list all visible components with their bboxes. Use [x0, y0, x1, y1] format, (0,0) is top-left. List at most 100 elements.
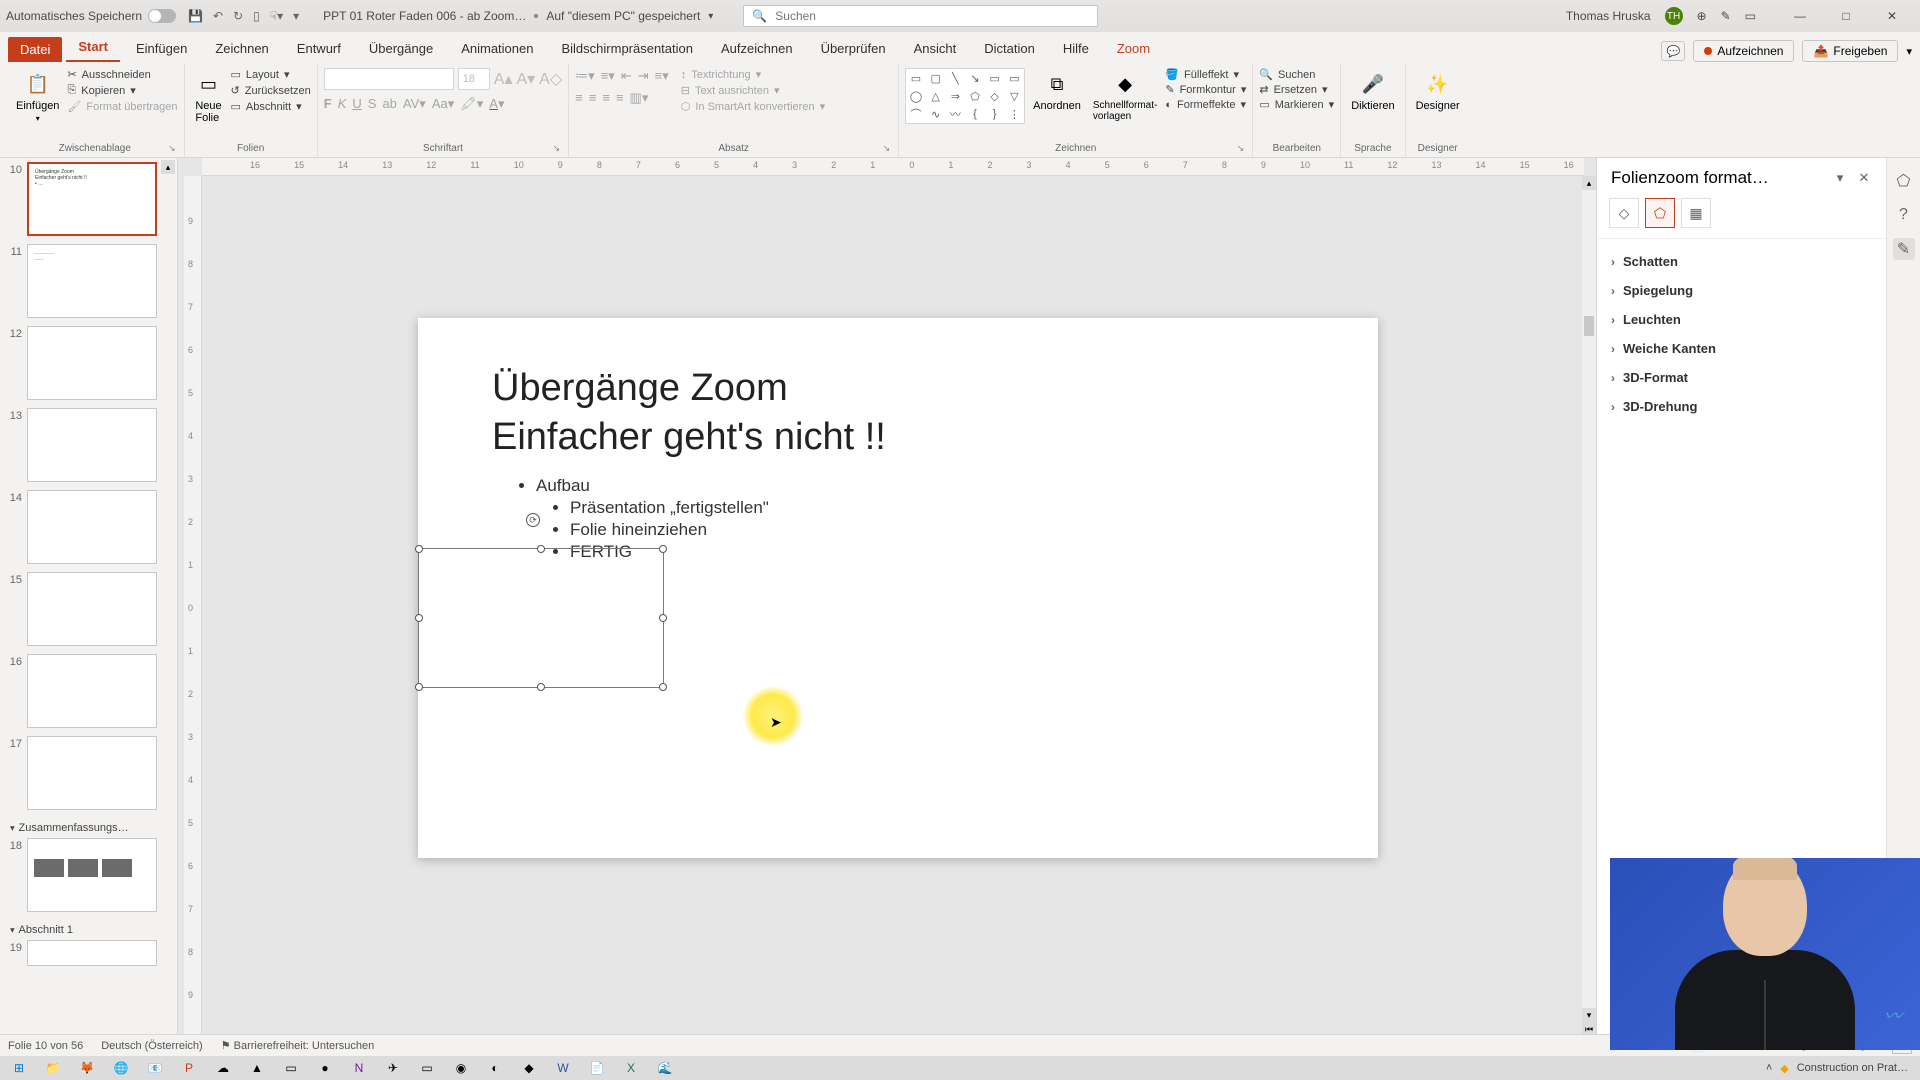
resize-handle[interactable]: [659, 614, 667, 622]
taskbar-chrome-icon[interactable]: 🌐: [106, 1058, 136, 1078]
rail-item[interactable]: ⬠: [1893, 170, 1915, 192]
thumbnail-12[interactable]: [27, 326, 157, 400]
dictate-button[interactable]: 🎤Diktieren: [1347, 68, 1398, 114]
tab-dictation[interactable]: Dictation: [972, 35, 1047, 62]
cut-button[interactable]: ✂ Ausschneiden: [67, 68, 177, 81]
resize-handle[interactable]: [659, 545, 667, 553]
scroll-up-icon[interactable]: ▴: [1582, 176, 1596, 190]
replace-button[interactable]: ⇄ Ersetzen ▾: [1259, 83, 1334, 96]
effect-section[interactable]: Schatten: [1605, 247, 1878, 276]
tab-insert[interactable]: Einfügen: [124, 35, 199, 62]
slide-thumbnails[interactable]: ▴ 10Übergänge ZoomEinfacher geht's nicht…: [0, 158, 178, 1050]
tab-slideshow[interactable]: Bildschirmpräsentation: [549, 35, 705, 62]
present-from-start-icon[interactable]: ▯: [253, 9, 260, 23]
resize-handle[interactable]: [537, 545, 545, 553]
find-button[interactable]: 🔍 Suchen: [1259, 68, 1334, 81]
scroll-up-icon[interactable]: ▴: [161, 160, 175, 174]
tab-animations[interactable]: Animationen: [449, 35, 545, 62]
scrollbar-thumb[interactable]: [1584, 316, 1594, 336]
launcher-icon[interactable]: ↘: [168, 143, 176, 154]
chevron-down-icon[interactable]: ▾: [708, 11, 713, 22]
effect-section[interactable]: 3D-Drehung: [1605, 392, 1878, 421]
taskbar-app-icon[interactable]: ▭: [276, 1058, 306, 1078]
taskbar-app-icon[interactable]: ◐: [480, 1058, 510, 1078]
collapse-ribbon-icon[interactable]: ▾: [1906, 45, 1912, 58]
language-status[interactable]: Deutsch (Österreich): [101, 1040, 202, 1052]
start-button[interactable]: ⊞: [4, 1058, 34, 1078]
qat-more-icon[interactable]: ▾: [293, 9, 299, 23]
tab-file[interactable]: Datei: [8, 37, 62, 62]
taskbar-onenote-icon[interactable]: N: [344, 1058, 374, 1078]
effect-section[interactable]: Leuchten: [1605, 305, 1878, 334]
taskbar-powerpoint-icon[interactable]: P: [174, 1058, 204, 1078]
effect-section[interactable]: Weiche Kanten: [1605, 334, 1878, 363]
save-icon[interactable]: 💾: [188, 9, 203, 23]
taskbar-word-icon[interactable]: W: [548, 1058, 578, 1078]
thumbnail-18[interactable]: [27, 838, 157, 912]
designer-button[interactable]: ✨Designer: [1412, 68, 1464, 114]
effects-tab-icon[interactable]: ⬠: [1645, 198, 1675, 228]
tab-home[interactable]: Start: [66, 33, 120, 62]
record-button[interactable]: Aufzeichnen: [1693, 40, 1794, 62]
effect-section[interactable]: Spiegelung: [1605, 276, 1878, 305]
selected-zoom-frame[interactable]: [418, 548, 664, 688]
accessibility-status[interactable]: ⚑ Barrierefreiheit: Untersuchen: [221, 1039, 375, 1052]
tray-up-icon[interactable]: ˄: [1766, 1062, 1772, 1074]
rail-help-icon[interactable]: ?: [1893, 204, 1915, 226]
slide-canvas[interactable]: 1615141312111098765432101234567891011121…: [178, 158, 1596, 1050]
scroll-down-icon[interactable]: ▾: [1582, 1008, 1596, 1022]
search-box[interactable]: 🔍: [743, 5, 1098, 27]
tab-view[interactable]: Ansicht: [902, 35, 969, 62]
tab-draw[interactable]: Zeichnen: [203, 35, 280, 62]
resize-handle[interactable]: [415, 683, 423, 691]
resize-handle[interactable]: [415, 614, 423, 622]
taskbar-firefox-icon[interactable]: 🦊: [72, 1058, 102, 1078]
tab-design[interactable]: Entwurf: [285, 35, 353, 62]
thumbnail-14[interactable]: [27, 490, 157, 564]
effect-section[interactable]: 3D-Format: [1605, 363, 1878, 392]
thumbnail-16[interactable]: [27, 654, 157, 728]
document-title[interactable]: PPT 01 Roter Faden 006 - ab Zoom… Auf "d…: [323, 9, 713, 23]
outline-button[interactable]: ✎ Formkontur ▾: [1165, 83, 1246, 96]
notification-text[interactable]: Construction on Prat…: [1797, 1062, 1908, 1074]
taskbar-obs-icon[interactable]: ◉: [446, 1058, 476, 1078]
slide-title[interactable]: Übergänge ZoomEinfacher geht's nicht !!: [492, 364, 886, 463]
launcher-icon[interactable]: ↘: [553, 143, 561, 154]
taskbar-excel-icon[interactable]: X: [616, 1058, 646, 1078]
resize-handle[interactable]: [415, 545, 423, 553]
touch-mode-icon[interactable]: ☟▾: [270, 9, 283, 23]
autosave-toggle[interactable]: Automatisches Speichern: [6, 9, 176, 23]
paste-button[interactable]: 📋Einfügen▾: [12, 68, 63, 125]
resize-handle[interactable]: [537, 683, 545, 691]
slide-counter[interactable]: Folie 10 von 56: [8, 1040, 83, 1052]
launcher-icon[interactable]: ↘: [1237, 143, 1245, 154]
comments-button[interactable]: 💬: [1661, 41, 1685, 61]
tab-help[interactable]: Hilfe: [1051, 35, 1101, 62]
section-1[interactable]: Abschnitt 1: [2, 920, 173, 940]
resize-handle[interactable]: [659, 683, 667, 691]
section-summary[interactable]: Zusammenfassungs…: [2, 818, 173, 838]
undo-icon[interactable]: ↶: [213, 9, 223, 23]
layout-button[interactable]: ▭ Layout ▾: [231, 68, 311, 81]
thumbnail-17[interactable]: [27, 736, 157, 810]
rotate-handle-icon[interactable]: ⟳: [526, 513, 540, 527]
thumbnail-11[interactable]: ………………: [27, 244, 157, 318]
vertical-scrollbar[interactable]: ▴ ▾ ⏮ ⏭: [1582, 176, 1596, 1050]
quick-styles-button[interactable]: ◆Schnellformat- vorlagen: [1089, 68, 1161, 124]
sync-icon[interactable]: ⊕: [1697, 9, 1707, 23]
reset-button[interactable]: ↺ Zurücksetzen: [231, 84, 311, 97]
arrange-button[interactable]: ⧉Anordnen: [1029, 68, 1085, 114]
window-options-icon[interactable]: ▭: [1745, 9, 1756, 23]
redo-icon[interactable]: ↻: [233, 9, 243, 23]
taskbar-app-icon[interactable]: ☁: [208, 1058, 238, 1078]
minimize-button[interactable]: —: [1778, 2, 1822, 30]
rail-format-icon[interactable]: ✎: [1893, 238, 1915, 260]
maximize-button[interactable]: □: [1824, 2, 1868, 30]
launcher-icon[interactable]: ↘: [883, 143, 891, 154]
shapes-gallery[interactable]: ▭▢╲↘▭▭ ◯△⇒⬠◇▽ ⌒∿〰{}⋮: [905, 68, 1025, 124]
close-button[interactable]: ✕: [1870, 2, 1914, 30]
pane-options-icon[interactable]: ▾: [1828, 170, 1852, 186]
size-tab-icon[interactable]: ▦: [1681, 198, 1711, 228]
thumbnail-19[interactable]: Our Menu: [27, 940, 157, 966]
toggle-switch[interactable]: [148, 9, 176, 23]
